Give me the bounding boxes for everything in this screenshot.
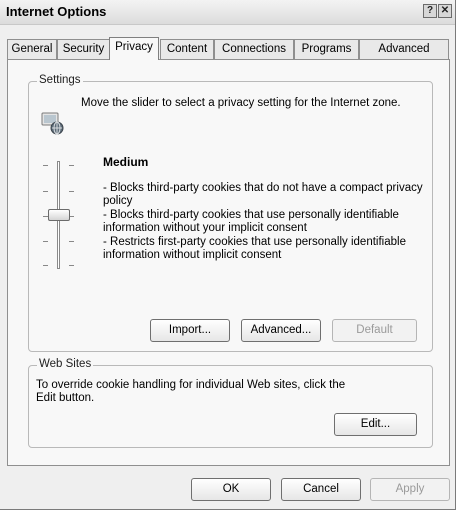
slider-tick <box>69 191 74 192</box>
window-title: Internet Options <box>6 4 107 19</box>
tab-privacy[interactable]: Privacy <box>109 37 159 60</box>
privacy-description-3: - Restricts first-party cookies that use… <box>103 236 406 261</box>
privacy-level-label: Medium <box>103 155 149 169</box>
tab-general[interactable]: General <box>7 39 57 59</box>
privacy-globe-icon <box>41 112 64 135</box>
title-bar[interactable]: Internet Options ? ✕ <box>0 0 455 25</box>
slider-tick <box>43 191 48 192</box>
slider-tick <box>69 165 74 166</box>
import-button[interactable]: Import... <box>150 319 230 342</box>
close-button[interactable]: ✕ <box>438 4 452 18</box>
privacy-description-1: - Blocks third-party cookies that do not… <box>103 182 423 207</box>
default-button[interactable]: Default <box>332 319 417 342</box>
privacy-slider[interactable] <box>35 157 75 272</box>
privacy-description-2: - Blocks third-party cookies that use pe… <box>103 209 399 234</box>
slider-thumb[interactable] <box>48 209 70 221</box>
settings-group: Settings Move the slider to select a pri… <box>28 74 433 352</box>
websites-legend: Web Sites <box>37 358 94 370</box>
slider-tick <box>69 241 74 242</box>
tab-connections[interactable]: Connections <box>214 39 294 59</box>
websites-text: To override cookie handling for individu… <box>36 379 346 404</box>
cancel-button[interactable]: Cancel <box>281 478 361 501</box>
tab-security[interactable]: Security <box>57 39 110 59</box>
slider-tick <box>69 265 74 266</box>
tab-content[interactable]: Content <box>160 39 214 59</box>
tab-programs[interactable]: Programs <box>294 39 359 59</box>
privacy-panel: Settings Move the slider to select a pri… <box>7 59 450 466</box>
settings-instruction: Move the slider to select a privacy sett… <box>81 97 401 109</box>
slider-tick <box>43 165 48 166</box>
ok-button[interactable]: OK <box>191 478 271 501</box>
websites-group: Web Sites To override cookie handling fo… <box>28 358 433 448</box>
settings-legend: Settings <box>37 74 83 86</box>
tab-strip: General Security Privacy Content Connect… <box>7 37 450 60</box>
edit-button[interactable]: Edit... <box>334 413 417 436</box>
slider-tick <box>43 265 48 266</box>
help-button[interactable]: ? <box>423 4 437 18</box>
tab-advanced[interactable]: Advanced <box>359 39 449 59</box>
internet-options-dialog: Internet Options ? ✕ General Security Pr… <box>0 0 456 510</box>
advanced-button[interactable]: Advanced... <box>241 319 321 342</box>
apply-button[interactable]: Apply <box>370 478 450 501</box>
slider-tick <box>43 241 48 242</box>
